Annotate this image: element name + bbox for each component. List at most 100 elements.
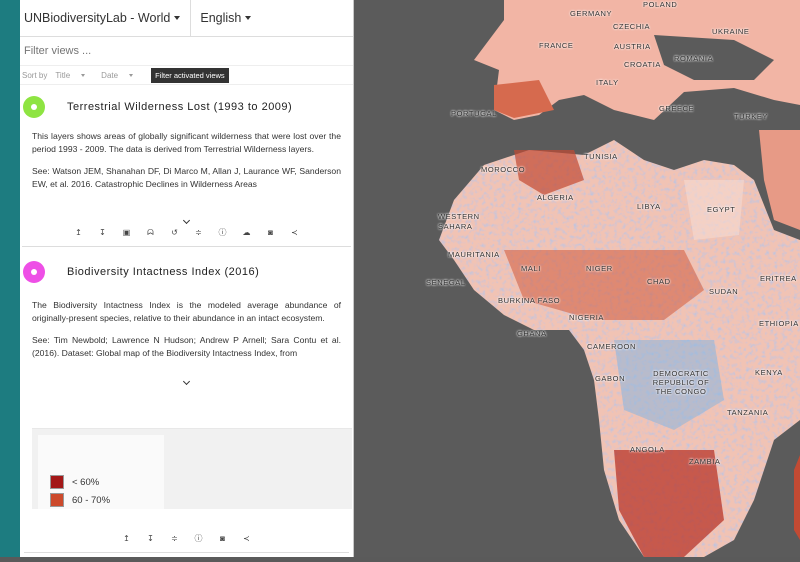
map-label: UKRAINE	[712, 27, 750, 36]
filter-activated-views-button[interactable]: Filter activated views	[151, 67, 229, 83]
download-icon[interactable]: ☁	[241, 227, 253, 239]
layer-description: The Biodiversity Intactness Index is the…	[20, 299, 353, 371]
map-label: GREECE	[659, 104, 695, 113]
legend-item: 60 - 70%	[50, 493, 110, 507]
layer-card-biodiversity-intactness: Biodiversity Intactness Index (2016) The…	[20, 255, 353, 386]
map-label: ALGERIA	[537, 193, 574, 202]
map-label: BURKINA FASO	[498, 296, 561, 305]
legend-swatch	[50, 475, 64, 489]
move-up-icon[interactable]: ↥	[121, 533, 133, 545]
legend-panel: < 60% 60 - 70%	[32, 428, 352, 509]
legend-label: 60 - 70%	[72, 494, 111, 506]
sort-date-button[interactable]: Date	[101, 71, 141, 80]
map-label: GHANA	[517, 329, 547, 338]
map-label: SUDAN	[709, 287, 739, 296]
layer-description: This layers shows areas of globally sign…	[20, 130, 353, 210]
map-label: POLAND	[643, 0, 678, 9]
layers-panel: UNBiodiversityLab - World English Sort b…	[20, 0, 354, 557]
reset-icon[interactable]: ↺	[169, 227, 181, 239]
sliders-icon[interactable]: ≑	[169, 533, 181, 545]
share-icon[interactable]: ≺	[241, 533, 253, 545]
caret-down-icon	[245, 16, 252, 20]
map-label: CZECHIA	[613, 22, 651, 31]
caret-down-icon	[129, 73, 134, 77]
sliders-icon[interactable]: ≑	[193, 227, 205, 239]
site-dropdown-label: UNBiodiversityLab - World	[24, 11, 171, 25]
layer-toggle-knob	[31, 104, 37, 110]
image-icon[interactable]: ▣	[121, 227, 133, 239]
layer-toggle[interactable]	[23, 96, 45, 118]
sort-bar: Sort by Title Date Filter activated view…	[20, 66, 353, 85]
layer-toolbar: ↥ ↧ ≑ ⓘ ◙ ≺	[20, 526, 353, 552]
map-label: TANZANIA	[727, 408, 769, 417]
map-label: LIBYA	[637, 202, 661, 211]
camera-icon[interactable]: ◙	[217, 533, 229, 545]
move-down-icon[interactable]: ↧	[145, 533, 157, 545]
chevron-down-icon	[182, 377, 191, 386]
map-label: MAURITANIA	[448, 250, 500, 259]
map-label: GERMANY	[570, 9, 613, 18]
map-label: TUNISIA	[584, 152, 618, 161]
map-label: CHAD	[647, 277, 671, 286]
filter-bar	[20, 37, 353, 66]
layer-header: Terrestrial Wilderness Lost (1993 to 200…	[20, 90, 353, 124]
map-label: WESTERN SAHARA	[438, 212, 480, 231]
legend-item: < 60%	[50, 475, 99, 489]
language-dropdown-label: English	[200, 11, 242, 25]
map-label: ERITREA	[760, 274, 797, 283]
map-label: NIGER	[586, 264, 613, 273]
map-label: ITALY	[596, 78, 619, 87]
layer-title: Terrestrial Wilderness Lost (1993 to 200…	[67, 101, 293, 113]
map-label: TURKEY	[734, 112, 769, 121]
map-label: AUSTRIA	[614, 42, 651, 51]
divider	[22, 246, 351, 247]
layer-citation: See: Watson JEM, Shanahan DF, Di Marco M…	[32, 166, 341, 189]
map-label: NIGERIA	[569, 313, 605, 322]
map-label: ROMANIA	[674, 54, 714, 63]
map-label: MALI	[521, 264, 541, 273]
legend-card: < 60% 60 - 70%	[38, 435, 164, 509]
top-bar: UNBiodiversityLab - World English	[20, 0, 353, 37]
filter-views-input[interactable]	[24, 45, 324, 57]
map-label: MOROCCO	[481, 165, 526, 174]
move-up-icon[interactable]: ↥	[73, 227, 85, 239]
map-label: SENEGAL	[426, 278, 466, 287]
share-icon[interactable]: ≺	[289, 227, 301, 239]
layer-header: Biodiversity Intactness Index (2016)	[20, 255, 353, 289]
caret-down-icon	[81, 73, 86, 77]
sort-title-label: Title	[55, 70, 71, 80]
map-label: KENYA	[755, 368, 783, 377]
map-label: PORTUGAL	[451, 109, 497, 118]
divider	[24, 552, 349, 553]
layer-toggle-knob	[31, 269, 37, 275]
caret-down-icon	[174, 16, 181, 20]
expand-description-button[interactable]	[20, 210, 353, 225]
madagascar	[794, 455, 800, 540]
expand-description-button[interactable]	[20, 371, 353, 386]
site-dropdown[interactable]: UNBiodiversityLab - World	[20, 0, 190, 36]
map-label: ZAMBIA	[689, 457, 721, 466]
map-label: ANGOLA	[630, 445, 665, 454]
layer-card-wilderness-lost: Terrestrial Wilderness Lost (1993 to 200…	[20, 90, 353, 247]
binoculars-icon[interactable]: ᗣ	[145, 227, 157, 239]
sort-date-label: Date	[101, 70, 119, 80]
map-label: FRANCE	[539, 41, 574, 50]
layer-description-text: This layers shows areas of globally sign…	[32, 131, 341, 154]
map-view[interactable]: GERMANY POLAND CZECHIA UKRAINE FRANCE AU…	[354, 0, 800, 557]
camera-icon[interactable]: ◙	[265, 227, 277, 239]
info-icon[interactable]: ⓘ	[193, 533, 205, 545]
sort-by-label: Sort by	[22, 70, 48, 80]
language-dropdown[interactable]: English	[190, 0, 261, 36]
info-icon[interactable]: ⓘ	[217, 227, 229, 239]
layer-title: Biodiversity Intactness Index (2016)	[67, 266, 260, 278]
layer-description-text: The Biodiversity Intactness Index is the…	[32, 300, 341, 323]
map-label: EGYPT	[707, 205, 736, 214]
sort-title-button[interactable]: Title	[55, 71, 93, 80]
app-edge-strip	[0, 0, 20, 557]
map-label: GABON	[595, 374, 626, 383]
legend-swatch	[50, 493, 64, 507]
move-down-icon[interactable]: ↧	[97, 227, 109, 239]
legend-label: < 60%	[72, 476, 100, 488]
map-label: CROATIA	[624, 60, 661, 69]
layer-toggle[interactable]	[23, 261, 45, 283]
